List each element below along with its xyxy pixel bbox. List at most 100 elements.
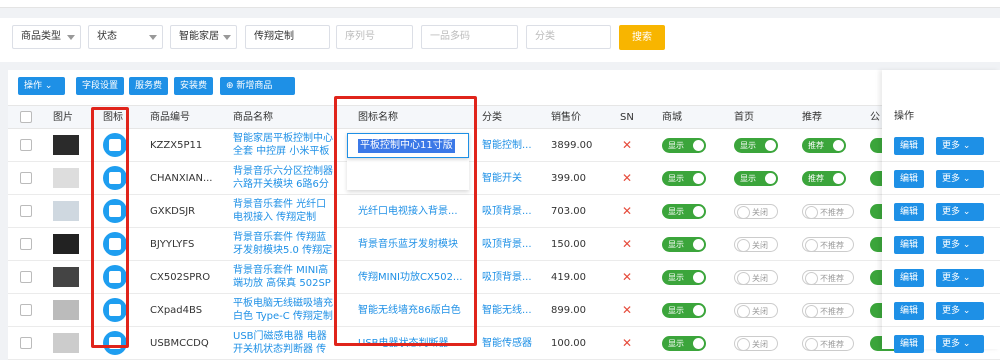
col-public: 公 <box>870 112 880 123</box>
edit-button[interactable]: 编辑 <box>894 269 924 287</box>
product-name-link[interactable]: USB门磁感电器 电器 开关机状态判断器 传 <box>233 330 333 357</box>
row-checkbox[interactable] <box>20 304 32 316</box>
category-link[interactable]: 智能控制... <box>482 129 542 162</box>
product-name-link[interactable]: 智能家居平板控制中心全套 中控屏 小米平板5 <box>233 132 333 159</box>
table-row: KZZX5P11 智能家居平板控制中心全套 中控屏 小米平板5 智能控制... … <box>8 129 1000 162</box>
row-checkbox[interactable] <box>20 139 32 151</box>
mall-toggle[interactable]: 显示 <box>662 237 706 252</box>
product-name-link[interactable]: 背景音乐套件 光纤口 电视接入 传翔定制 <box>233 198 333 225</box>
chevron-down-icon <box>67 35 75 40</box>
category-link[interactable]: 智能无线... <box>482 294 542 327</box>
price: 419.00 <box>551 272 586 283</box>
more-button[interactable]: 更多 ⌄ <box>936 236 984 254</box>
product-name-link[interactable]: 背景音乐套件 传翔蓝牙发射模块5.0 传翔定 <box>233 231 333 258</box>
col-price: 销售价 <box>551 112 581 123</box>
status-select[interactable]: 状态 <box>88 25 163 49</box>
icon-name-edit-input[interactable]: 平板控制中心11寸版 <box>347 133 469 158</box>
edit-button[interactable]: 编辑 <box>894 137 924 155</box>
product-thumbnail <box>53 168 79 188</box>
edit-button[interactable]: 编辑 <box>894 335 924 353</box>
category-input[interactable]: 分类 <box>526 25 611 49</box>
operations-cell: 编辑 更多 ⌄ <box>882 195 1000 228</box>
chevron-down-icon <box>223 35 231 40</box>
product-code: CHANXIAN... <box>150 173 213 184</box>
price: 3899.00 <box>551 140 593 151</box>
category-link[interactable]: 吸顶背景... <box>482 228 542 261</box>
mall-toggle[interactable]: 显示 <box>662 138 706 153</box>
more-button[interactable]: 更多 ⌄ <box>936 302 984 320</box>
home-toggle[interactable]: 显示 <box>734 171 778 186</box>
home-toggle[interactable]: 关闭 <box>734 204 778 219</box>
product-thumbnail <box>53 333 79 353</box>
add-product-button[interactable]: ⊕ 新增商品 <box>220 77 295 95</box>
recommend-toggle[interactable]: 推荐 <box>802 138 846 153</box>
price: 100.00 <box>551 338 586 349</box>
edit-button[interactable]: 编辑 <box>894 170 924 188</box>
edit-button[interactable]: 编辑 <box>894 236 924 254</box>
category-select[interactable]: 智能家居 <box>170 25 237 49</box>
recommend-toggle[interactable]: 推荐 <box>802 171 846 186</box>
product-name-link[interactable]: 背景音乐六分区控制器 六路开关模块 6路6分 <box>233 165 333 192</box>
row-checkbox[interactable] <box>20 172 32 184</box>
category-link[interactable]: 智能传感器 <box>482 327 542 360</box>
serial-input[interactable]: 序列号 <box>336 25 413 49</box>
search-button[interactable]: 搜索 <box>619 25 665 50</box>
highlight-icon-column <box>91 107 129 348</box>
row-checkbox[interactable] <box>20 205 32 217</box>
edit-button[interactable]: 编辑 <box>894 203 924 221</box>
home-toggle[interactable]: 关闭 <box>734 237 778 252</box>
product-thumbnail <box>53 201 79 221</box>
more-button[interactable]: 更多 ⌄ <box>936 203 984 221</box>
col-home: 首页 <box>734 112 754 123</box>
recommend-toggle[interactable]: 不推荐 <box>802 303 854 318</box>
table-row: BJYYLYFS 背景音乐套件 传翔蓝牙发射模块5.0 传翔定 背景音乐蓝牙发射… <box>8 228 1000 261</box>
col-sn: SN <box>620 112 634 123</box>
sn-status-icon: ✕ <box>622 270 633 284</box>
operations-button[interactable]: 操作 ⌄ <box>18 77 65 95</box>
recommend-toggle[interactable]: 不推荐 <box>802 204 854 219</box>
home-toggle[interactable]: 关闭 <box>734 303 778 318</box>
home-toggle[interactable]: 显示 <box>734 138 778 153</box>
operations-cell: 编辑 更多 ⌄ <box>882 228 1000 261</box>
chevron-down-icon <box>149 35 157 40</box>
more-button[interactable]: 更多 ⌄ <box>936 137 984 155</box>
row-checkbox[interactable] <box>20 238 32 250</box>
keyword-input[interactable]: 传翔定制 <box>245 25 330 49</box>
product-code: USBMCCDQ <box>150 338 209 349</box>
service-fee-button[interactable]: 服务费 <box>129 77 169 95</box>
field-settings-button[interactable]: 字段设置 <box>76 77 125 95</box>
col-category: 分类 <box>482 112 502 123</box>
col-recommend: 推荐 <box>802 112 822 123</box>
select-all-checkbox[interactable] <box>20 111 32 123</box>
operations-cell: 编辑 更多 ⌄ <box>882 294 1000 327</box>
operations-cell: 编辑 更多 ⌄ <box>882 327 1000 360</box>
more-button[interactable]: 更多 ⌄ <box>936 170 984 188</box>
install-fee-button[interactable]: 安装费 <box>174 77 214 95</box>
table-row: USBMCCDQ USB门磁感电器 电器 开关机状态判断器 传 USB电器状态判… <box>8 327 1000 360</box>
col-code: 商品编号 <box>150 112 190 123</box>
recommend-toggle[interactable]: 不推荐 <box>802 237 854 252</box>
category-link[interactable]: 吸顶背景... <box>482 261 542 294</box>
more-button[interactable]: 更多 ⌄ <box>936 269 984 287</box>
product-type-select[interactable]: 商品类型 <box>12 25 81 49</box>
row-checkbox[interactable] <box>20 271 32 283</box>
product-code: BJYYLYFS <box>150 239 195 250</box>
edit-button[interactable]: 编辑 <box>894 302 924 320</box>
more-button[interactable]: 更多 ⌄ <box>936 335 984 353</box>
product-code: CXpad4BS <box>150 305 203 316</box>
price: 399.00 <box>551 173 586 184</box>
mall-toggle[interactable]: 显示 <box>662 270 706 285</box>
mall-toggle[interactable]: 显示 <box>662 303 706 318</box>
sn-status-icon: ✕ <box>622 171 633 185</box>
product-name-link[interactable]: 背景音乐套件 MINI高端功放 高保真 502SP <box>233 264 333 291</box>
col-operations: 操作 <box>894 111 914 122</box>
category-link[interactable]: 智能开关 <box>482 162 542 195</box>
row-checkbox[interactable] <box>20 337 32 349</box>
product-name-link[interactable]: 平板电脑无线磁吸墙充 白色 Type-C 传翔定制 <box>233 297 333 324</box>
multi-code-input[interactable]: 一品多码 <box>421 25 518 49</box>
recommend-toggle[interactable]: 不推荐 <box>802 270 854 285</box>
mall-toggle[interactable]: 显示 <box>662 204 706 219</box>
category-link[interactable]: 吸顶背景... <box>482 195 542 228</box>
home-toggle[interactable]: 关闭 <box>734 270 778 285</box>
mall-toggle[interactable]: 显示 <box>662 171 706 186</box>
